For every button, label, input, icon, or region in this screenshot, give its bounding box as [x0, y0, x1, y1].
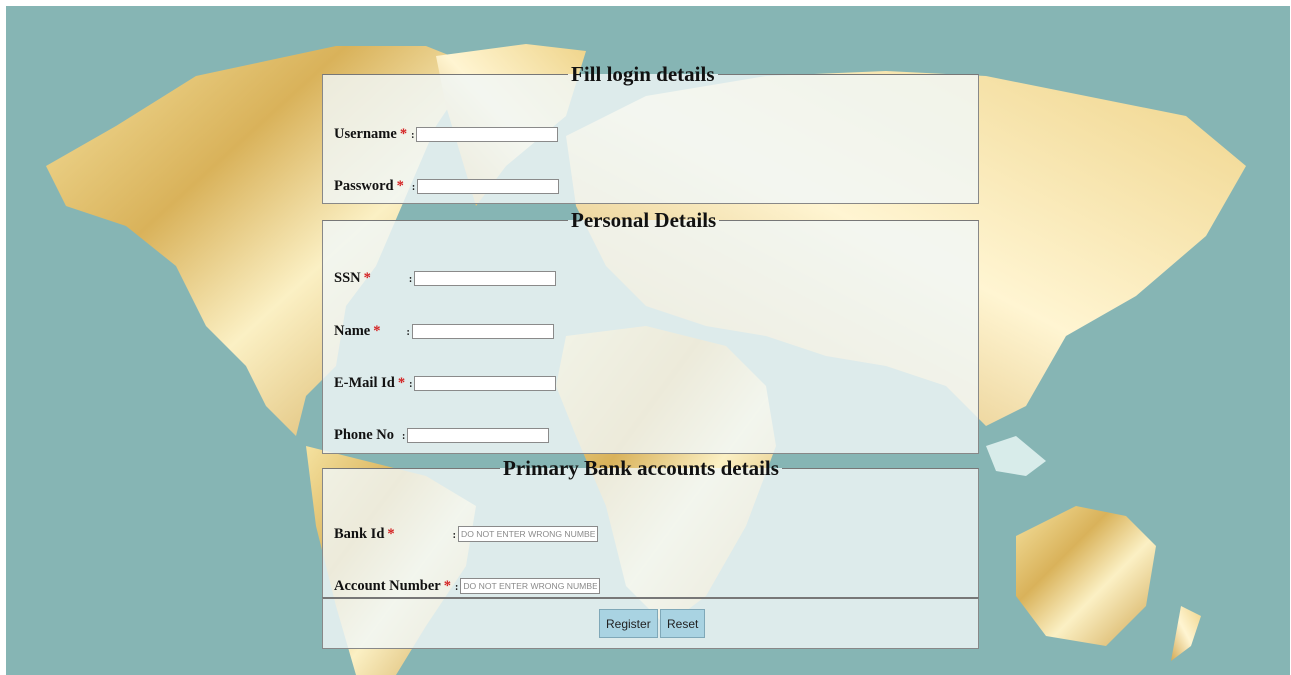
required-asterisk: * — [396, 177, 404, 194]
account-number-row: Account Number * : — [334, 576, 601, 596]
personal-details-section: Personal Details SSN * : Name * : E-Mail… — [322, 210, 979, 454]
required-asterisk: * — [373, 322, 381, 339]
username-label: Username — [334, 125, 397, 142]
email-input[interactable] — [414, 375, 557, 391]
colon: : — [452, 529, 456, 541]
name-input[interactable] — [411, 323, 554, 339]
required-asterisk: * — [399, 125, 408, 142]
account-number-label: Account Number — [334, 577, 441, 594]
page-background: Fill login details Username * : Password… — [6, 6, 1290, 675]
phone-row: Phone No : — [334, 425, 550, 445]
bank-id-input[interactable] — [457, 526, 598, 542]
email-row: E-Mail Id * : — [334, 373, 557, 393]
islands-southeast-asia — [986, 436, 1046, 476]
colon: : — [409, 378, 413, 390]
password-row: Password * : — [334, 176, 560, 196]
required-asterisk: * — [363, 269, 371, 286]
login-details-section: Fill login details Username * : Password… — [322, 64, 979, 204]
required-asterisk: * — [397, 374, 406, 391]
ssn-label: SSN — [334, 269, 361, 286]
password-input[interactable] — [417, 178, 560, 194]
colon: : — [411, 181, 416, 193]
required-asterisk: * — [443, 577, 451, 594]
email-label: E-Mail Id — [334, 374, 395, 391]
register-button[interactable]: Register — [599, 609, 658, 638]
colon: : — [402, 430, 406, 442]
phone-input[interactable] — [407, 427, 550, 443]
actions-section: Register Reset — [322, 597, 979, 649]
colon: : — [454, 581, 459, 593]
ssn-input[interactable] — [414, 270, 557, 286]
bank-details-section: Primary Bank accounts details Bank Id * … — [322, 458, 979, 598]
account-number-input[interactable] — [460, 578, 601, 594]
bank-id-row: Bank Id * : — [334, 524, 598, 544]
colon: : — [408, 273, 413, 285]
continent-new-zealand — [1171, 606, 1201, 661]
bank-details-legend: Primary Bank accounts details — [503, 456, 779, 480]
password-label: Password — [334, 177, 394, 194]
username-row: Username * : — [334, 124, 559, 144]
name-label: Name — [334, 322, 371, 339]
colon: : — [411, 129, 415, 141]
name-row: Name * : — [334, 321, 554, 341]
phone-label: Phone No — [334, 426, 395, 443]
continent-australia — [1016, 506, 1156, 646]
reset-button[interactable]: Reset — [660, 609, 706, 638]
login-details-legend: Fill login details — [571, 62, 715, 86]
colon: : — [406, 326, 410, 338]
ssn-row: SSN * : — [334, 268, 557, 288]
bank-id-label: Bank Id — [334, 525, 385, 542]
username-input[interactable] — [416, 126, 559, 142]
required-asterisk: * — [387, 525, 395, 542]
personal-details-legend: Personal Details — [571, 208, 717, 232]
